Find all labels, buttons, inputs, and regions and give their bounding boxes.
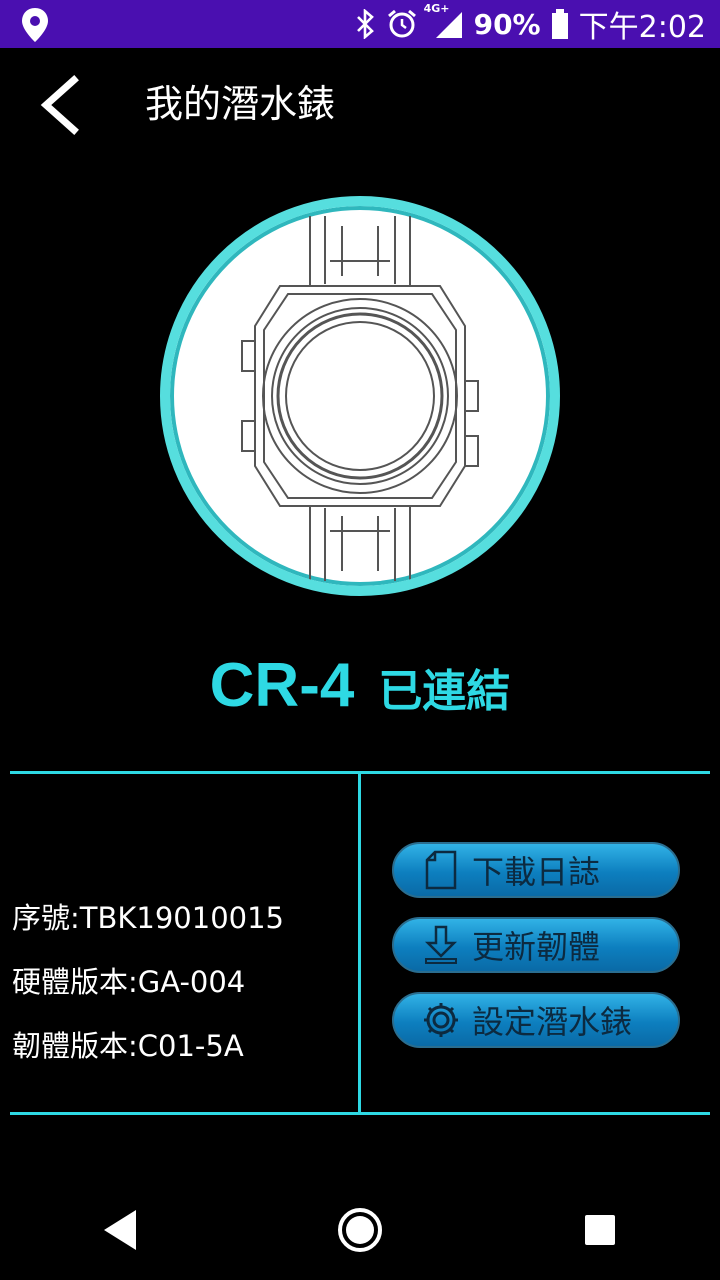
update-firmware-button[interactable]: 更新韌體 bbox=[392, 917, 680, 973]
nav-home-button[interactable] bbox=[310, 1180, 410, 1280]
setup-watch-button[interactable]: 設定潛水錶 bbox=[392, 992, 680, 1048]
watch-image bbox=[160, 196, 560, 596]
divider-vertical bbox=[358, 771, 361, 1115]
circle-home-icon bbox=[338, 1208, 382, 1252]
serial-number: 序號:TBK19010015 bbox=[12, 901, 285, 935]
clock-time: 下午2:02 bbox=[578, 10, 706, 45]
device-info: 序號:TBK19010015 硬體版本:GA-004 韌體版本:C01-5A bbox=[12, 892, 284, 1084]
navigation-bar bbox=[0, 1180, 720, 1280]
nav-recents-button[interactable] bbox=[550, 1180, 650, 1280]
nav-back-button[interactable] bbox=[70, 1180, 170, 1280]
device-connection: CR-4 已連結 bbox=[0, 650, 720, 730]
device-name: CR-4 bbox=[209, 651, 355, 720]
network-type: 4G+ bbox=[423, 2, 450, 15]
firmware-version: 韌體版本:C01-5A bbox=[12, 1029, 244, 1063]
page-title: 我的潛水錶 bbox=[145, 82, 336, 126]
document-icon bbox=[420, 849, 462, 891]
alarm-icon bbox=[386, 8, 418, 40]
connection-status: 已連結 bbox=[378, 666, 511, 717]
bluetooth-icon bbox=[354, 9, 376, 39]
triangle-back-icon bbox=[104, 1210, 136, 1250]
download-log-label: 下載日誌 bbox=[472, 853, 601, 891]
gear-icon bbox=[420, 999, 462, 1041]
battery-icon bbox=[551, 9, 569, 39]
square-recents-icon bbox=[585, 1215, 615, 1245]
signal-icon: 4G+ bbox=[424, 2, 464, 40]
status-bar: 4G+ 90% 下午2:02 bbox=[0, 0, 720, 48]
download-log-button[interactable]: 下載日誌 bbox=[392, 842, 680, 898]
setup-watch-label: 設定潛水錶 bbox=[472, 1003, 633, 1041]
download-icon bbox=[420, 924, 462, 966]
back-button[interactable] bbox=[24, 70, 94, 140]
chevron-left-icon bbox=[40, 75, 79, 135]
update-firmware-label: 更新韌體 bbox=[472, 928, 601, 966]
divider-bottom bbox=[10, 1112, 710, 1115]
battery-percent: 90% bbox=[473, 7, 541, 41]
header: 我的潛水錶 bbox=[0, 48, 720, 160]
hardware-version: 硬體版本:GA-004 bbox=[12, 965, 246, 999]
location-icon bbox=[20, 6, 50, 48]
